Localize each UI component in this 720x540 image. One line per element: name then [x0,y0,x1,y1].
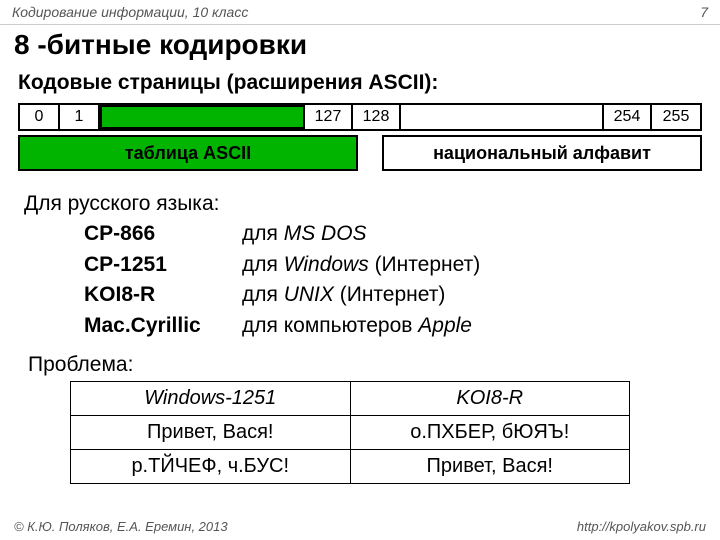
body-text: Для русского языка: CP-866 для MS DOS CP… [0,183,720,347]
range-cell-1: 1 [60,105,100,129]
range-cell-254: 254 [604,105,652,129]
table-header: Windows-1251 [71,382,351,416]
range-cell-128: 128 [353,105,401,129]
cp-name: CP-866 [84,219,234,249]
cp-for: для Windows (Интернет) [242,250,696,280]
national-label: национальный алфавит [382,135,702,171]
russian-intro: Для русского языка: [24,189,696,219]
table-cell: о.ПХБЕР, бЮЯЪ! [350,416,630,450]
range-cell-255: 255 [652,105,700,129]
range-cell-127: 127 [305,105,353,129]
ascii-label: таблица ASCII [18,135,358,171]
header-topic: Кодирование информации, 10 класс [12,4,248,20]
cp-for: для компьютеров Apple [242,311,696,341]
range-labels: таблица ASCII национальный алфавит [18,135,702,175]
table-cell: Привет, Вася! [350,450,630,484]
range-row: 0 1 127 128 254 255 [18,103,702,131]
range-national-gap [401,105,604,129]
cp-name: CP-1251 [84,250,234,280]
cp-name: Mac.Cyrillic [84,311,234,341]
slide-header: Кодирование информации, 10 класс 7 [0,0,720,25]
problem-label: Проблема: [0,347,720,381]
slide-title: 8 -битные кодировки [0,25,720,67]
table-row: р.ТЙЧЕФ, ч.БУС! Привет, Вася! [71,450,630,484]
codepage-list: CP-866 для MS DOS CP-1251 для Windows (И… [84,219,696,341]
footer-url: http://kpolyakov.spb.ru [577,519,706,534]
cp-name: KOI8-R [84,280,234,310]
footer-copyright: © К.Ю. Поляков, Е.А. Еремин, 2013 [14,519,228,534]
code-range-diagram: 0 1 127 128 254 255 таблица ASCII национ… [18,103,702,175]
table-header: KOI8-R [350,382,630,416]
table-cell: Привет, Вася! [71,416,351,450]
range-ascii-gap [100,105,305,129]
header-page-number: 7 [700,4,708,20]
table-row: Windows-1251 KOI8-R [71,382,630,416]
cp-for: для UNIX (Интернет) [242,280,696,310]
slide-footer: © К.Ю. Поляков, Е.А. Еремин, 2013 http:/… [0,519,720,534]
slide-subtitle: Кодовые страницы (расширения ASCII): [0,67,720,103]
problem-table: Windows-1251 KOI8-R Привет, Вася! о.ПХБЕ… [70,381,630,484]
table-row: Привет, Вася! о.ПХБЕР, бЮЯЪ! [71,416,630,450]
cp-for: для MS DOS [242,219,696,249]
table-cell: р.ТЙЧЕФ, ч.БУС! [71,450,351,484]
range-cell-0: 0 [20,105,60,129]
